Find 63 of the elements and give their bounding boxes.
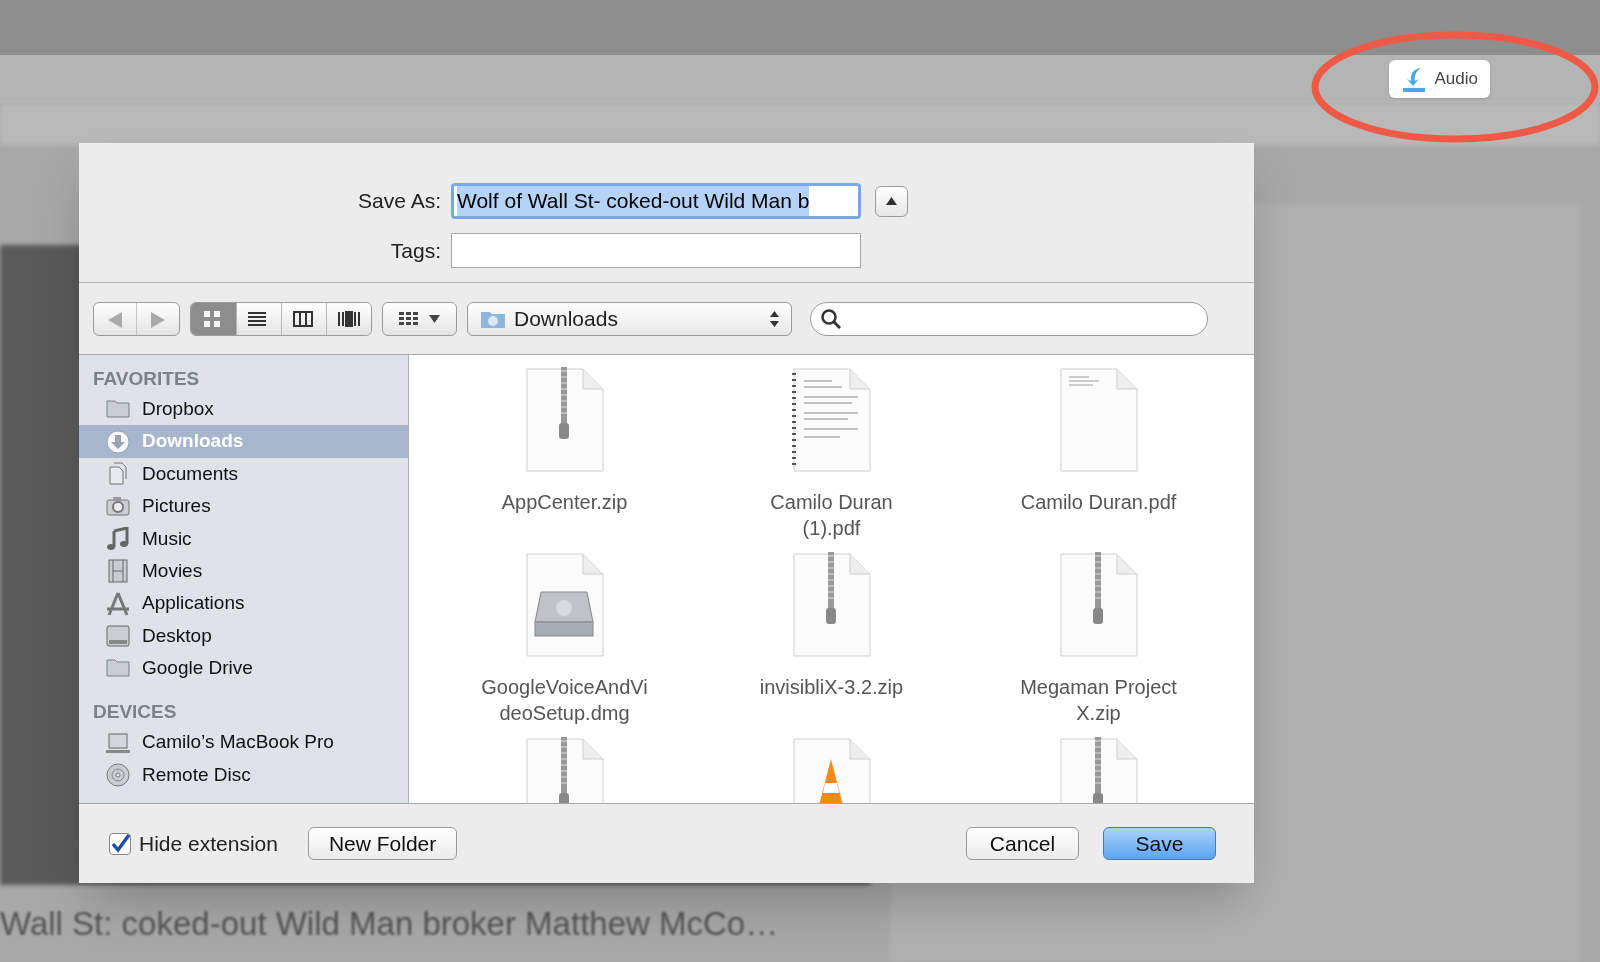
forward-arrow-icon[interactable] — [151, 311, 165, 328]
up-triangle-icon — [886, 197, 897, 205]
film-strip-icon — [106, 559, 130, 584]
sidebar-item[interactable]: Camilo’s MacBook Pro — [79, 726, 408, 759]
tags-label: Tags: — [389, 237, 442, 264]
file-name[interactable]: AppCenter.zip — [479, 489, 650, 515]
file-name[interactable]: invisibliX-3.2.zip — [746, 674, 917, 700]
new-folder-button[interactable]: New Folder — [307, 827, 458, 860]
save-as-label: Save As: — [357, 188, 442, 215]
audio-button[interactable]: Audio — [1388, 60, 1490, 98]
sidebar-section-heading: DEVICES — [92, 700, 178, 724]
column-view-button[interactable] — [281, 302, 326, 335]
list-view-button[interactable] — [236, 302, 281, 335]
cancel-button[interactable]: Cancel — [966, 827, 1079, 860]
sidebar-item[interactable]: Music — [79, 522, 408, 555]
search-icon — [821, 308, 841, 329]
file-name[interactable]: GoogleVoiceAndVideoSetup.dmg — [479, 674, 650, 726]
location-label: Downloads — [514, 305, 619, 332]
checkmark-icon — [110, 833, 130, 854]
sidebar-section-heading: FAVORITES — [92, 366, 201, 391]
video-title: Wall St: coked-out Wild Man broker Matthew McCo… — [0, 903, 779, 944]
caret-icon — [429, 314, 440, 323]
save-button[interactable]: Save — [1103, 827, 1216, 860]
sidebar-item[interactable]: Dropbox — [79, 393, 408, 426]
sidebar-item[interactable]: Remote Disc — [79, 758, 408, 792]
up-down-arrows-icon — [770, 310, 779, 327]
hide-extension-label: Hide extension — [139, 830, 278, 857]
compass-icon — [106, 591, 130, 616]
arrange-button[interactable] — [382, 301, 457, 336]
file-name[interactable]: Camilo Duran (1).pdf — [746, 489, 917, 541]
back-forward-control[interactable] — [93, 301, 180, 336]
location-popup[interactable]: Downloads — [467, 301, 792, 336]
cover-flow-icon — [338, 309, 360, 328]
laptop-icon — [106, 730, 130, 755]
sidebar-item[interactable]: Desktop — [79, 619, 408, 653]
sidebar-item[interactable]: Pictures — [79, 490, 408, 523]
back-arrow-icon[interactable] — [108, 311, 122, 328]
tags-field[interactable] — [451, 233, 861, 268]
cover-flow-button[interactable] — [326, 302, 371, 335]
download-icon — [1400, 66, 1427, 92]
camera-icon — [106, 494, 130, 519]
grid-icon — [399, 311, 419, 326]
file-name[interactable]: Megaman Project X.zip — [1013, 674, 1184, 726]
sidebar-item[interactable]: Google Drive — [79, 652, 408, 685]
hide-extension-checkbox[interactable] — [109, 832, 131, 855]
documents-icon — [106, 461, 130, 486]
document-file-icon[interactable] — [791, 367, 872, 473]
zip-file-icon[interactable] — [791, 552, 872, 658]
desktop-icon — [106, 623, 130, 648]
sidebar-item[interactable]: Movies — [79, 554, 408, 588]
file-name[interactable]: Camilo Duran.pdf — [1013, 489, 1184, 515]
zip-file-icon[interactable] — [1058, 552, 1139, 658]
disc-icon — [106, 763, 130, 788]
sidebar-item[interactable]: Documents — [79, 457, 408, 491]
zip-file-icon[interactable] — [524, 367, 605, 473]
sidebar-item[interactable]: Applications — [79, 587, 408, 620]
save-as-field[interactable]: Wolf of Wall St- coked-out Wild Man b — [451, 183, 861, 219]
music-note-icon — [106, 526, 130, 551]
disk-image-file-icon[interactable] — [524, 552, 605, 658]
column-view-icon — [293, 309, 315, 328]
view-mode-control[interactable] — [190, 301, 372, 336]
search-field[interactable] — [810, 301, 1208, 336]
collapse-button[interactable] — [875, 185, 908, 217]
